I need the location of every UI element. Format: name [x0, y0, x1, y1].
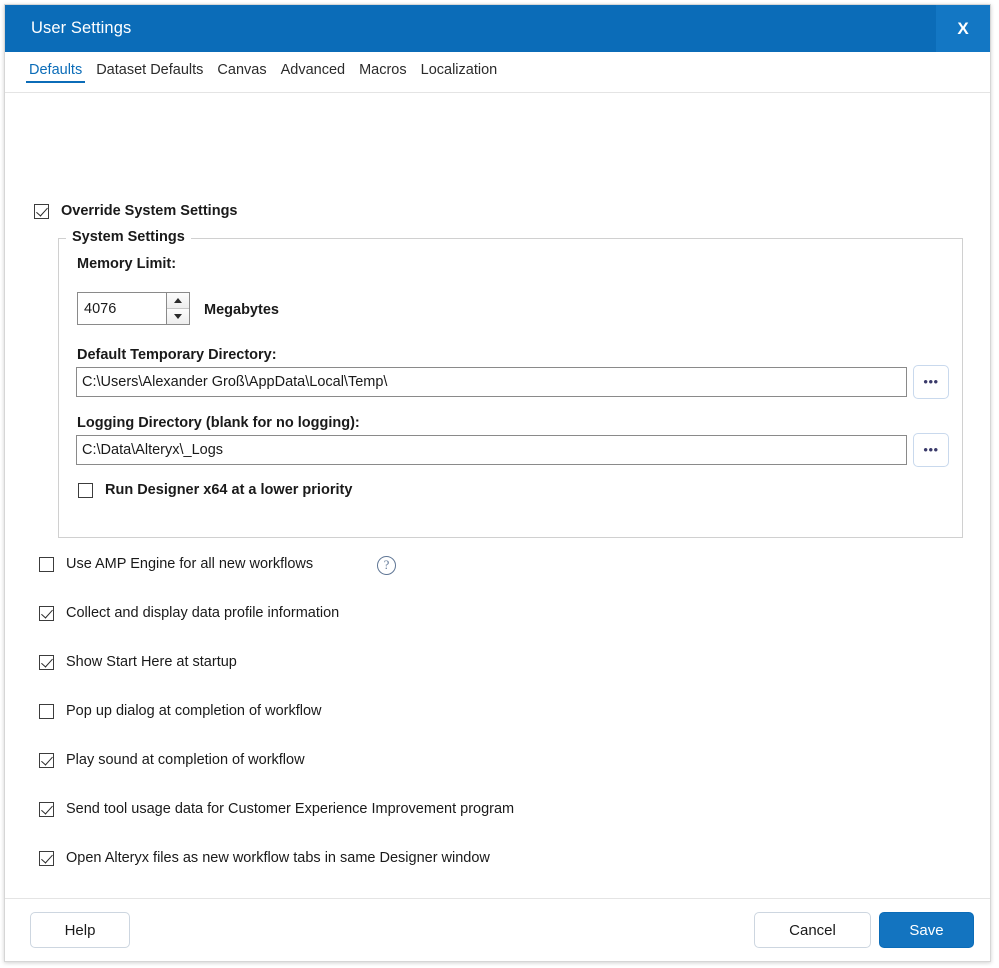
checkbox-label: Play sound at completion of workflow: [66, 752, 305, 768]
title-bar: User Settings X: [5, 5, 990, 52]
checkbox-run-designer-lower-priority[interactable]: Run Designer x64 at a lower priority: [78, 482, 352, 498]
checkbox-override-system-settings[interactable]: Override System Settings: [34, 203, 238, 219]
chevron-up-icon: [174, 298, 182, 303]
stepper-down-button[interactable]: [167, 308, 189, 324]
checkbox-popup-dialog-completion[interactable]: Pop up dialog at completion of workflow: [39, 703, 322, 719]
temp-directory-input[interactable]: [77, 368, 906, 396]
checkbox-label: Use AMP Engine for all new workflows: [66, 556, 313, 572]
temp-directory-browse-button[interactable]: •••: [913, 365, 949, 399]
memory-limit-input[interactable]: [78, 293, 166, 324]
save-button[interactable]: Save: [879, 912, 974, 948]
logging-directory-label: Logging Directory (blank for no logging)…: [77, 415, 360, 431]
ellipsis-icon: •••: [923, 379, 938, 385]
checkbox-label: Pop up dialog at completion of workflow: [66, 703, 322, 719]
window-title: User Settings: [31, 19, 131, 38]
close-button[interactable]: X: [936, 5, 990, 52]
checkbox-use-amp-engine[interactable]: Use AMP Engine for all new workflows: [39, 556, 313, 572]
checkbox-label: Send tool usage data for Customer Experi…: [66, 801, 514, 817]
stepper-arrows: [166, 293, 189, 324]
logging-directory-browse-button[interactable]: •••: [913, 433, 949, 467]
checkbox-label: Collect and display data profile informa…: [66, 605, 339, 621]
checkbox-label: Run Designer x64 at a lower priority: [105, 482, 352, 498]
temp-directory-field[interactable]: [76, 367, 907, 397]
checkbox-send-tool-usage-data[interactable]: Send tool usage data for Customer Experi…: [39, 801, 514, 817]
help-button[interactable]: Help: [30, 912, 130, 948]
memory-limit-label: Memory Limit:: [77, 256, 176, 272]
checkbox-label: Show Start Here at startup: [66, 654, 237, 670]
checkbox-collect-data-profile[interactable]: Collect and display data profile informa…: [39, 605, 339, 621]
checkbox-box-icon: [39, 557, 54, 572]
checkbox-box-icon: [39, 704, 54, 719]
dialog-footer: Help Cancel Save: [5, 898, 990, 961]
checkbox-show-start-here[interactable]: Show Start Here at startup: [39, 654, 237, 670]
checkbox-open-files-same-window[interactable]: Open Alteryx files as new workflow tabs …: [39, 850, 490, 866]
checkbox-label: Open Alteryx files as new workflow tabs …: [66, 850, 490, 866]
tab-advanced[interactable]: Advanced: [274, 52, 353, 83]
ellipsis-icon: •••: [923, 447, 938, 453]
tab-dataset-defaults[interactable]: Dataset Defaults: [89, 52, 210, 83]
checkbox-box-icon: [39, 753, 54, 768]
checkbox-label: Override System Settings: [61, 203, 238, 219]
settings-panel: Override System Settings System Settings…: [5, 93, 990, 905]
checkbox-box-icon: [34, 204, 49, 219]
checkbox-box-icon: [78, 483, 93, 498]
memory-limit-stepper[interactable]: [77, 292, 190, 325]
close-icon: X: [957, 20, 968, 37]
cancel-button[interactable]: Cancel: [754, 912, 871, 948]
checkbox-box-icon: [39, 851, 54, 866]
checkbox-play-sound-completion[interactable]: Play sound at completion of workflow: [39, 752, 305, 768]
temp-directory-label: Default Temporary Directory:: [77, 347, 277, 363]
logging-directory-field[interactable]: [76, 435, 907, 465]
tab-strip: Defaults Dataset Defaults Canvas Advance…: [5, 52, 990, 93]
checkbox-box-icon: [39, 655, 54, 670]
stepper-up-button[interactable]: [167, 293, 189, 308]
user-settings-dialog: User Settings X Defaults Dataset Default…: [4, 4, 991, 962]
logging-directory-input[interactable]: [77, 436, 906, 464]
tab-canvas[interactable]: Canvas: [210, 52, 273, 83]
tab-macros[interactable]: Macros: [352, 52, 414, 83]
checkbox-box-icon: [39, 606, 54, 621]
chevron-down-icon: [174, 314, 182, 319]
system-settings-legend: System Settings: [66, 229, 191, 245]
memory-units-label: Megabytes: [204, 302, 279, 318]
checkbox-box-icon: [39, 802, 54, 817]
tab-defaults[interactable]: Defaults: [22, 52, 89, 83]
help-icon[interactable]: ?: [377, 556, 396, 575]
question-mark-glyph: ?: [384, 558, 390, 573]
tab-localization[interactable]: Localization: [414, 52, 505, 83]
